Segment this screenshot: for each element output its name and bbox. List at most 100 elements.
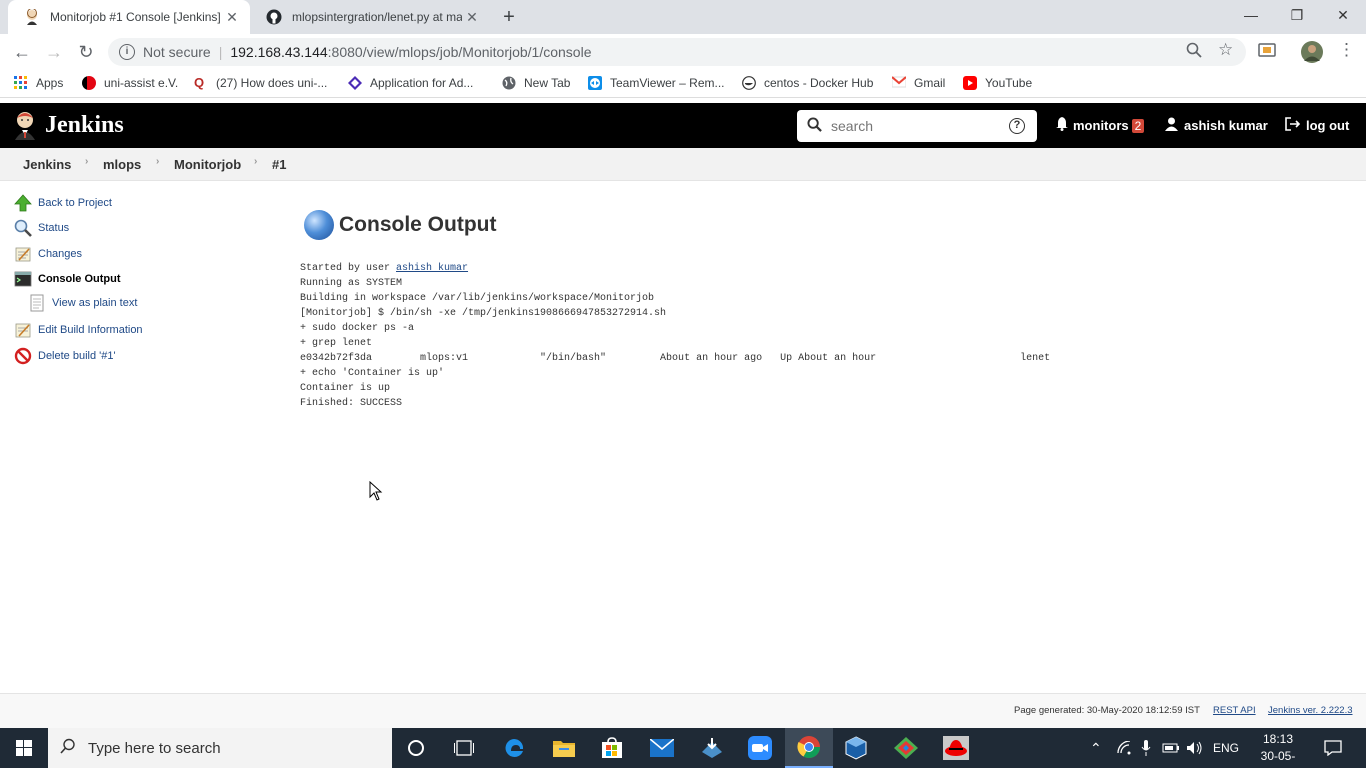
microsoft-store-icon[interactable]: [588, 728, 636, 768]
browser-tab-strip: Monitorjob #1 Console [Jenkins] ✕ mlopsi…: [0, 0, 1366, 34]
notifications-icon[interactable]: [1324, 728, 1342, 768]
edge-browser-icon[interactable]: [490, 728, 538, 768]
gmail-icon: [891, 76, 907, 90]
monitors-count-badge: 2: [1131, 118, 1145, 133]
sidebar-item-plain-text[interactable]: View as plain text: [28, 294, 137, 312]
breadcrumb-mlops[interactable]: mlops: [103, 157, 141, 172]
jenkins-title[interactable]: Jenkins: [45, 112, 124, 139]
address-bar[interactable]: i Not secure | 192.168.43.144:8080/view/…: [108, 38, 1246, 66]
apps-grid-icon: [14, 76, 28, 90]
github-favicon-icon: [266, 9, 282, 25]
console-status-ball-icon: [304, 210, 334, 240]
search-input[interactable]: [831, 118, 1001, 134]
taskbar-search-placeholder: Type here to search: [88, 739, 221, 757]
sidebar-item-edit-build-info[interactable]: Edit Build Information: [14, 321, 143, 339]
page-title-text: Console Output: [339, 213, 497, 236]
bookmark-star-icon[interactable]: ☆: [1218, 40, 1233, 60]
globe-icon: [502, 76, 516, 90]
document-icon: [28, 294, 46, 312]
up-arrow-icon: [14, 194, 32, 212]
bookmark-teamviewer[interactable]: TeamViewer – Rem...: [588, 76, 725, 90]
battery-icon[interactable]: [1162, 728, 1180, 768]
url-text: 192.168.43.144:8080/view/mlops/job/Monit…: [230, 44, 592, 60]
jenkins-favicon-icon: [24, 8, 40, 25]
virtualbox-icon[interactable]: [832, 728, 880, 768]
file-explorer-icon[interactable]: [540, 728, 588, 768]
tab-close-icon[interactable]: ✕: [222, 9, 242, 26]
tab-close-icon[interactable]: ✕: [462, 9, 482, 26]
help-icon[interactable]: ?: [1009, 118, 1025, 134]
mail-icon[interactable]: [638, 728, 686, 768]
profile-avatar-icon[interactable]: [1300, 40, 1324, 68]
terminal-icon: [14, 270, 32, 288]
sidebar-item-status[interactable]: Status: [14, 219, 69, 237]
search-icon: [797, 116, 831, 136]
started-by-user-link[interactable]: ashish kumar: [396, 263, 468, 274]
sidebar-item-back-to-project[interactable]: Back to Project: [14, 194, 112, 212]
app-installer-icon[interactable]: [688, 728, 736, 768]
bookmark-gmail[interactable]: Gmail: [891, 76, 945, 90]
jenkins-version-link[interactable]: Jenkins ver. 2.222.3: [1268, 705, 1353, 716]
new-tab-button[interactable]: +: [498, 6, 520, 28]
bookmark-youtube[interactable]: YouTube: [963, 76, 1032, 90]
youtube-icon: [963, 76, 977, 90]
bookmarks-bar: Apps uni-assist e.V. Q (27) How does uni…: [0, 70, 1366, 98]
zoom-meeting-icon[interactable]: [736, 728, 784, 768]
bookmark-apps[interactable]: Apps: [14, 76, 63, 90]
browser-toolbar: ← → ↻ i Not secure | 192.168.43.144:8080…: [0, 34, 1366, 70]
cast-icon[interactable]: [1258, 42, 1276, 62]
zoom-icon[interactable]: [1186, 42, 1202, 62]
minimize-button[interactable]: —: [1228, 0, 1274, 34]
jenkins-logo-icon[interactable]: [12, 110, 38, 140]
logout-link[interactable]: log out: [1285, 117, 1349, 134]
security-label: Not secure: [143, 44, 211, 60]
breadcrumb-build-1[interactable]: #1: [272, 157, 286, 172]
chrome-menu-icon[interactable]: ⋮: [1338, 40, 1355, 60]
tab-jenkins-console[interactable]: Monitorjob #1 Console [Jenkins] ✕: [8, 0, 250, 34]
language-indicator[interactable]: ENG: [1213, 728, 1239, 768]
rest-api-link[interactable]: REST API: [1213, 705, 1256, 716]
docker-icon: [742, 76, 756, 90]
clock-time: 18:13: [1262, 732, 1294, 746]
bookmark-application[interactable]: Application for Ad...: [348, 76, 473, 90]
back-arrow-icon[interactable]: ←: [10, 40, 34, 64]
taskbar-search-box[interactable]: Type here to search: [48, 728, 392, 768]
breadcrumb-jenkins[interactable]: Jenkins: [23, 157, 71, 172]
task-view-icon[interactable]: [440, 728, 488, 768]
wifi-icon[interactable]: [1116, 728, 1132, 768]
redhat-icon[interactable]: [932, 728, 980, 768]
close-window-button[interactable]: ✕: [1320, 0, 1366, 34]
monitors-link[interactable]: monitors 2: [1056, 117, 1145, 134]
start-button[interactable]: [0, 728, 48, 768]
bookmark-new-tab[interactable]: New Tab: [502, 76, 570, 90]
forward-arrow-icon[interactable]: →: [42, 40, 66, 64]
info-icon[interactable]: i: [119, 44, 135, 60]
sidebar-item-changes[interactable]: Changes: [14, 245, 82, 263]
taskbar-clock[interactable]: 18:13 30-05-2020: [1248, 731, 1308, 782]
page-generated-text: Page generated: 30-May-2020 18:12:59 IST: [1014, 705, 1200, 716]
bookmark-quora[interactable]: Q (27) How does uni-...: [194, 76, 327, 91]
windows-taskbar: Type here to search ⌃ ENG 18:13 30-05-20…: [0, 728, 1366, 780]
magnifier-icon: [14, 219, 32, 237]
user-icon: [1165, 117, 1178, 134]
bookmark-uni-assist[interactable]: uni-assist e.V.: [82, 76, 178, 90]
no-entry-icon: [14, 347, 32, 365]
cortana-icon[interactable]: [392, 728, 440, 768]
reload-icon[interactable]: ↻: [74, 40, 98, 64]
jenkins-search-box[interactable]: ?: [797, 110, 1037, 142]
git-gui-icon[interactable]: [882, 728, 930, 768]
bookmark-docker-hub[interactable]: centos - Docker Hub: [742, 76, 873, 90]
chrome-taskbar-icon[interactable]: [785, 728, 833, 768]
microphone-icon[interactable]: [1141, 728, 1151, 768]
volume-icon[interactable]: [1186, 728, 1204, 768]
tab-github-lenet[interactable]: mlopsintergration/lenet.py at ma ✕: [250, 0, 490, 34]
breadcrumb-separator-icon: ›: [254, 156, 258, 167]
console-output: Started by user ashish kumar Running as …: [300, 263, 1051, 409]
tray-chevron-up-icon[interactable]: ⌃: [1090, 728, 1102, 768]
user-link[interactable]: ashish kumar: [1165, 117, 1268, 134]
breadcrumb-monitorjob[interactable]: Monitorjob: [174, 157, 241, 172]
notepad-icon: [14, 245, 32, 263]
sidebar-item-console-output[interactable]: Console Output: [14, 270, 121, 288]
maximize-button[interactable]: ❐: [1274, 0, 1320, 34]
sidebar-item-delete-build[interactable]: Delete build '#1': [14, 347, 116, 365]
